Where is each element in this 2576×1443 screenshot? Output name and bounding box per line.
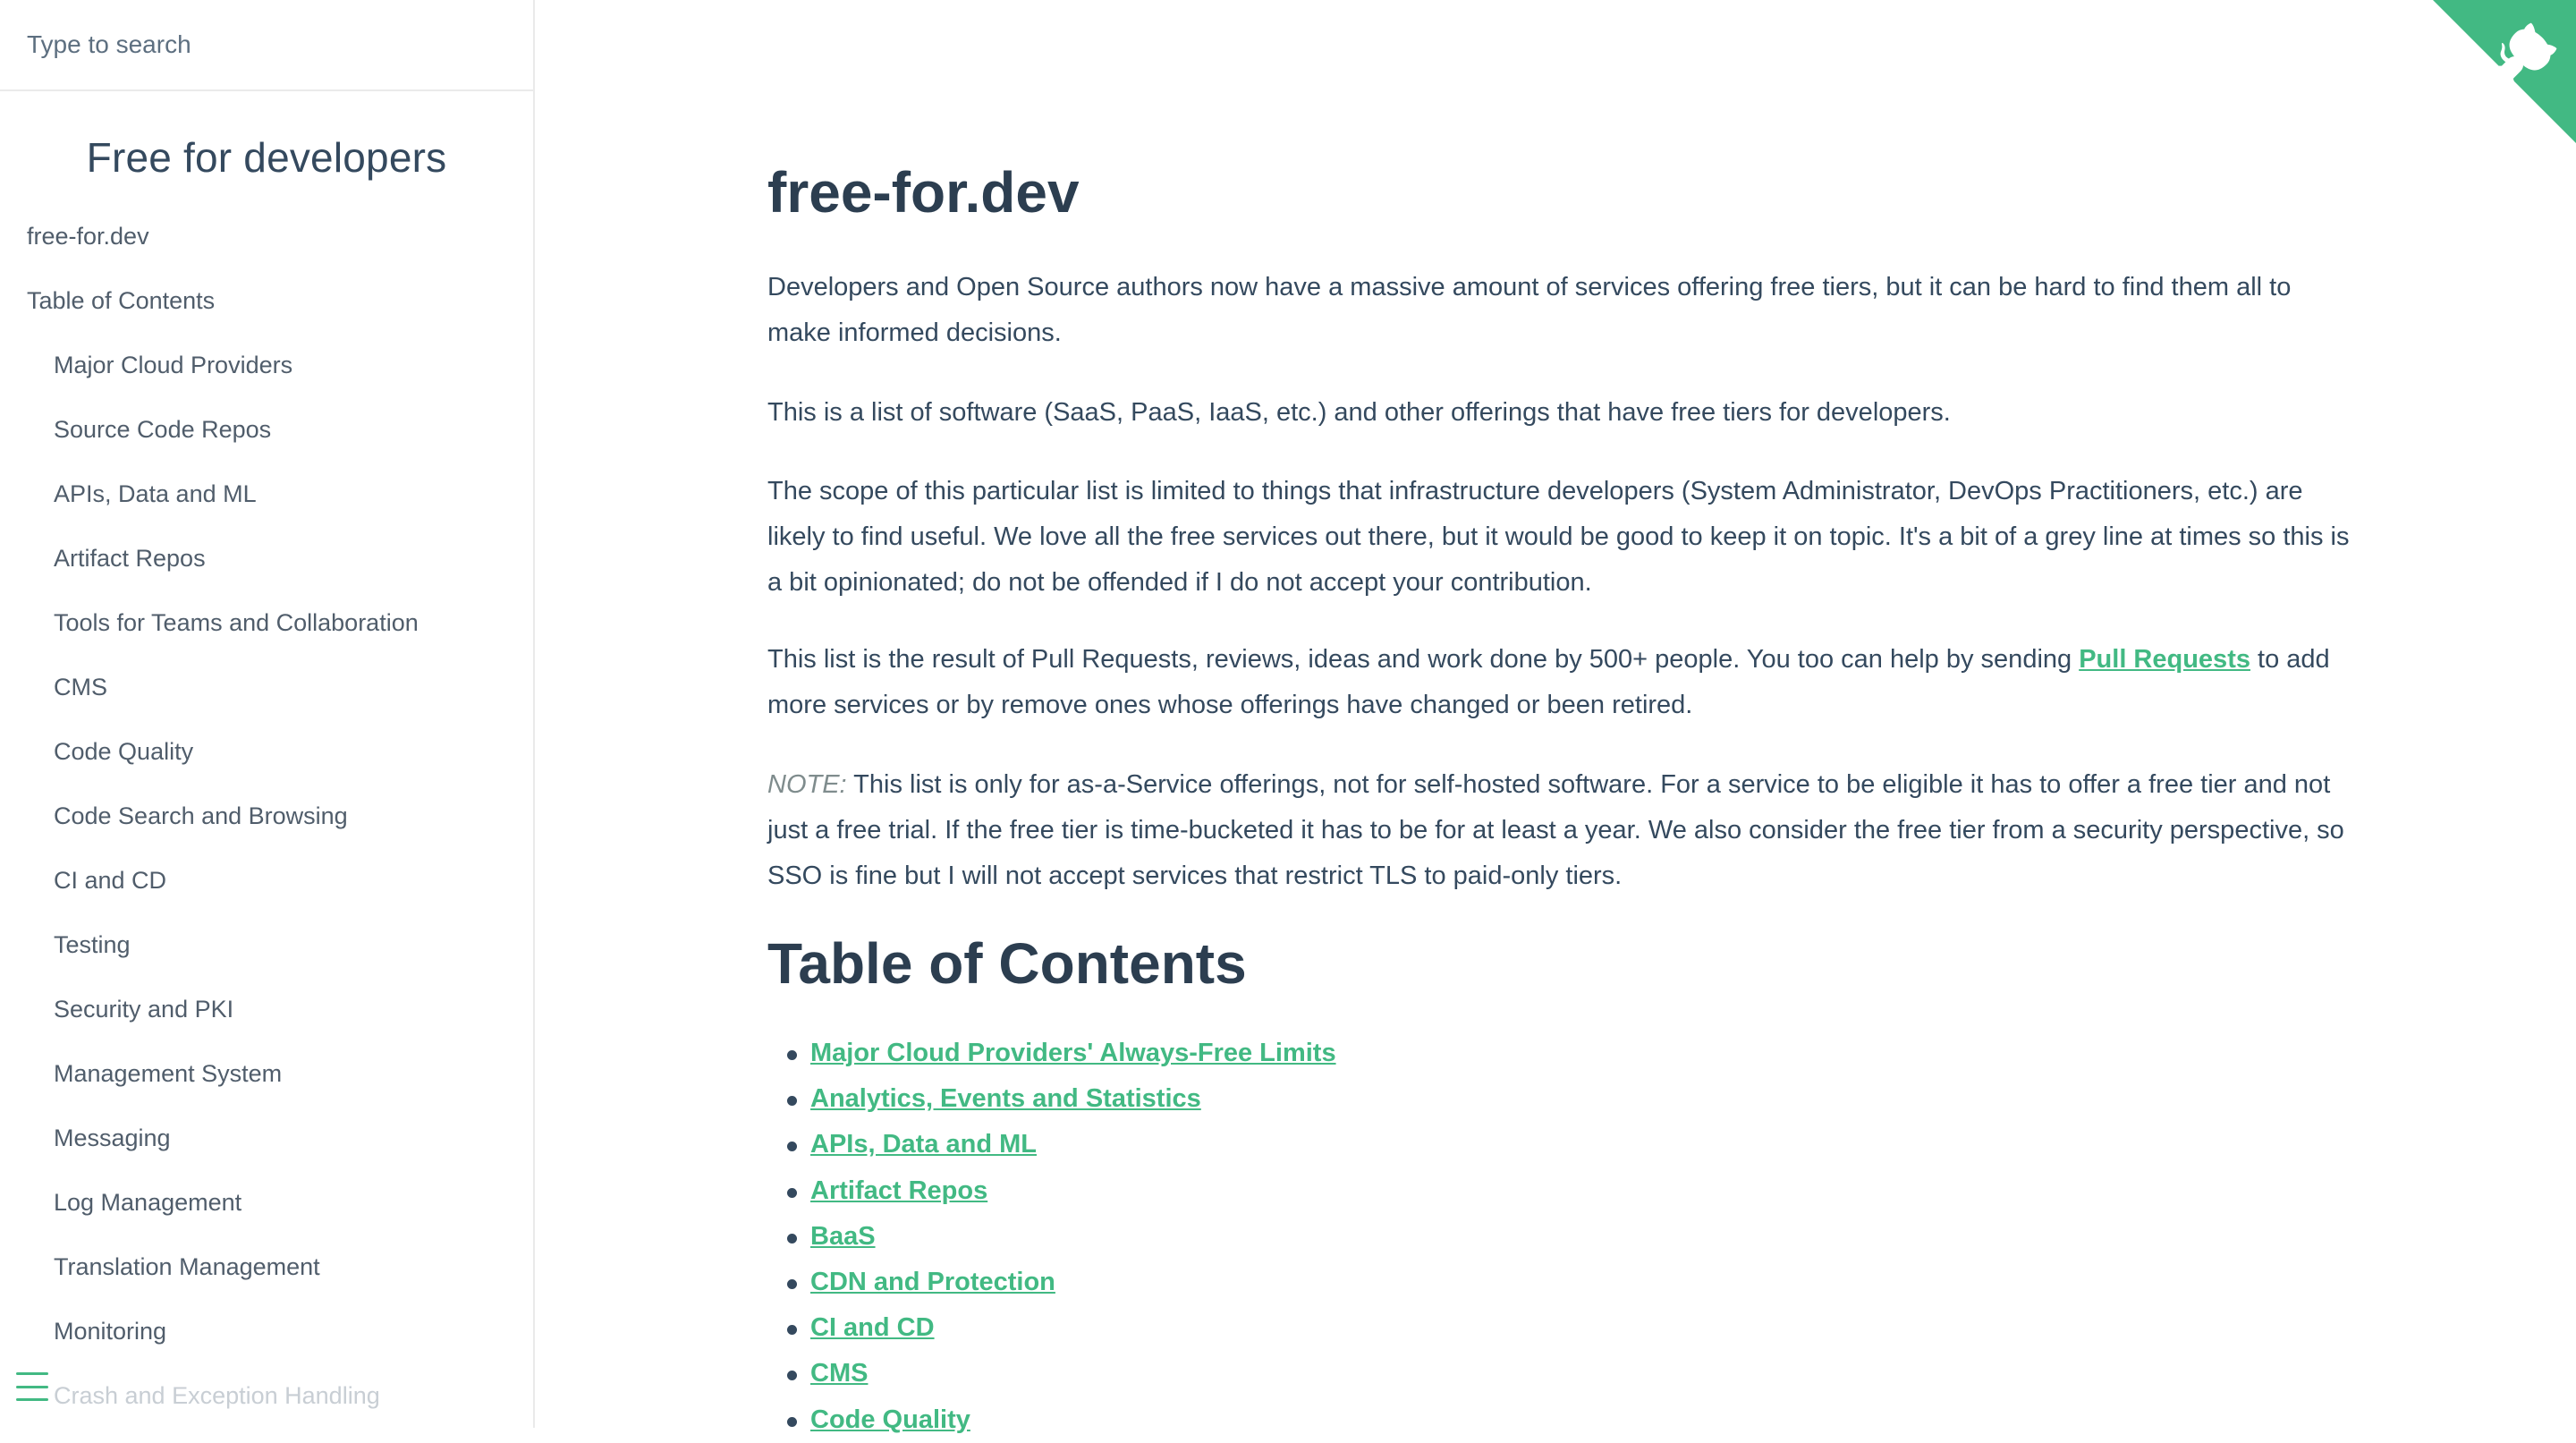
intro-paragraph: Developers and Open Source authors now h… (767, 273, 2292, 347)
toc-link-code-quality[interactable]: Code Quality (810, 1405, 970, 1434)
toc-item: Analytics, Events and Statistics (767, 1076, 1336, 1122)
sidebar-item-messaging[interactable]: Messaging (0, 1106, 533, 1170)
sidebar-item-testing[interactable]: Testing (0, 912, 533, 977)
pull-requests-link[interactable]: Pull Requests (2079, 645, 2250, 674)
toc-link-baas[interactable]: BaaS (810, 1222, 876, 1251)
sidebar-item-security-pki[interactable]: Security and PKI (0, 977, 533, 1041)
sidebar: Free for developers free-for.dev Table o… (0, 0, 535, 1428)
sidebar-item-translation-management[interactable]: Translation Management (0, 1235, 533, 1299)
toc-item: CDN and Protection (767, 1260, 1336, 1305)
sidebar-item-tools-teams[interactable]: Tools for Teams and Collaboration (0, 590, 533, 655)
toc-list: Major Cloud Providers' Always-Free Limit… (767, 1031, 1336, 1443)
note-text: This list is only for as-a-Service offer… (767, 770, 2344, 890)
toc-item: Code Quality (767, 1397, 1336, 1443)
app-name[interactable]: Free for developers (0, 131, 533, 184)
sidebar-item-source-code-repos[interactable]: Source Code Repos (0, 397, 533, 462)
search-bar (0, 0, 533, 91)
toc-item: APIs, Data and ML (767, 1122, 1336, 1167)
sidebar-nav: free-for.dev Table of Contents Major Clo… (0, 204, 533, 1428)
sidebar-item-crash-exception[interactable]: Crash and Exception Handling (0, 1363, 533, 1428)
scope-paragraph: The scope of this particular list is lim… (767, 477, 2350, 597)
toc-link-apis-data-ml[interactable]: APIs, Data and ML (810, 1130, 1037, 1159)
sidebar-item-ci-cd[interactable]: CI and CD (0, 848, 533, 912)
sidebar-item-management-system[interactable]: Management System (0, 1041, 533, 1106)
toc-item: Major Cloud Providers' Always-Free Limit… (767, 1031, 1336, 1076)
search-input[interactable] (25, 30, 508, 60)
toc-link-analytics[interactable]: Analytics, Events and Statistics (810, 1084, 1201, 1113)
sidebar-item-major-cloud-providers[interactable]: Major Cloud Providers (0, 333, 533, 397)
page-title: free-for.dev (767, 160, 1080, 225)
toc-link-cms[interactable]: CMS (810, 1359, 868, 1388)
sidebar-item-code-quality[interactable]: Code Quality (0, 719, 533, 784)
toc-item: CI and CD (767, 1305, 1336, 1351)
note-paragraph: NOTE: This list is only for as-a-Service… (767, 762, 2351, 899)
sidebar-item-cms[interactable]: CMS (0, 655, 533, 719)
contribution-text-before: This list is the result of Pull Requests… (767, 645, 2080, 674)
sidebar-item-log-management[interactable]: Log Management (0, 1170, 533, 1235)
sidebar-item-apis-data-ml[interactable]: APIs, Data and ML (0, 462, 533, 526)
toc-link-cdn-protection[interactable]: CDN and Protection (810, 1268, 1055, 1296)
toc-item: CMS (767, 1351, 1336, 1396)
toc-link-artifact-repos[interactable]: Artifact Repos (810, 1176, 987, 1205)
toc-item: Artifact Repos (767, 1168, 1336, 1214)
sidebar-item-monitoring[interactable]: Monitoring (0, 1299, 533, 1363)
toc-heading: Table of Contents (767, 931, 1247, 996)
sidebar-item-free-for-dev[interactable]: free-for.dev (0, 204, 533, 268)
list-description-paragraph: This is a list of software (SaaS, PaaS, … (767, 398, 1951, 427)
hamburger-menu-icon[interactable] (16, 1372, 48, 1401)
contribution-paragraph: This list is the result of Pull Requests… (767, 637, 2351, 728)
sidebar-item-table-of-contents[interactable]: Table of Contents (0, 268, 533, 333)
note-label: NOTE: (767, 770, 847, 799)
toc-link-ci-cd[interactable]: CI and CD (810, 1313, 935, 1342)
sidebar-item-code-search[interactable]: Code Search and Browsing (0, 784, 533, 848)
github-octocat-icon (2433, 0, 2576, 143)
github-corner[interactable] (2433, 0, 2576, 143)
toc-item: BaaS (767, 1214, 1336, 1260)
toc-link-major-cloud-providers[interactable]: Major Cloud Providers' Always-Free Limit… (810, 1039, 1336, 1067)
sidebar-item-artifact-repos[interactable]: Artifact Repos (0, 526, 533, 590)
